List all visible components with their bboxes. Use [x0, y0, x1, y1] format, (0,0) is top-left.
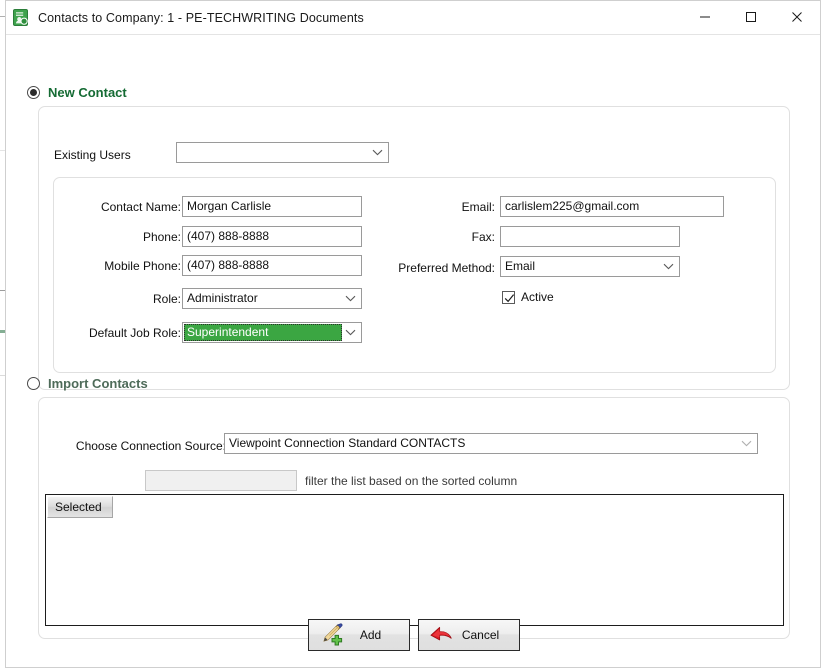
cancel-button-label: Cancel	[461, 628, 500, 642]
active-checkbox-label: Active	[521, 290, 554, 304]
red-arrow-icon	[426, 622, 456, 648]
preferred-method-combo[interactable]: Email	[500, 256, 680, 277]
title-bar: Contacts to Company: 1 - PE-TECHWRITING …	[6, 1, 820, 35]
radio-new-contact-indicator[interactable]	[27, 86, 40, 99]
radio-import-contacts[interactable]: Import Contacts	[27, 376, 148, 391]
existing-users-value	[181, 143, 368, 162]
default-job-role-combo[interactable]: Superintendent	[182, 322, 362, 343]
radio-new-contact[interactable]: New Contact	[27, 85, 127, 100]
phone-label: Phone:	[142, 230, 181, 244]
chevron-down-icon	[663, 257, 674, 276]
radio-new-contact-label: New Contact	[48, 85, 127, 100]
active-checkbox-row[interactable]: Active	[502, 290, 554, 304]
role-combo[interactable]: Administrator	[182, 288, 362, 309]
filter-hint: filter the list based on the sorted colu…	[305, 474, 518, 488]
mobile-phone-input[interactable]: (407) 888-8888	[182, 255, 362, 276]
radio-import-contacts-label: Import Contacts	[48, 376, 148, 391]
pen-plus-icon	[316, 622, 346, 648]
role-label: Role:	[152, 292, 181, 306]
chevron-down-icon	[741, 434, 752, 453]
role-value: Administrator	[187, 291, 258, 305]
contacts-document-icon	[12, 9, 29, 26]
preferred-method-value: Email	[505, 259, 536, 273]
existing-users-combo[interactable]	[176, 142, 389, 163]
active-checkbox[interactable]	[502, 290, 515, 304]
dialog-content: New Contact Existing Users Contact Name:…	[6, 35, 820, 669]
contacts-grid[interactable]: Selected	[45, 494, 784, 626]
fax-label: Fax:	[471, 230, 495, 244]
connection-source-value: Viewpoint Connection Standard CONTACTS	[229, 436, 466, 450]
fax-input[interactable]	[500, 226, 680, 247]
mobile-phone-label: Mobile Phone:	[104, 259, 181, 273]
window-title: Contacts to Company: 1 - PE-TECHWRITING …	[38, 10, 364, 25]
connection-source-label: Choose Connection Source:	[75, 439, 226, 453]
radio-import-contacts-indicator[interactable]	[27, 377, 40, 390]
add-button[interactable]: Add	[308, 619, 410, 651]
email-label: Email:	[461, 200, 495, 214]
contacts-grid-header: Selected	[47, 496, 113, 518]
cancel-button[interactable]: Cancel	[418, 619, 520, 651]
phone-input[interactable]: (407) 888-8888	[182, 226, 362, 247]
contact-name-label: Contact Name:	[100, 200, 181, 214]
existing-users-label: Existing Users	[54, 148, 131, 162]
add-button-label: Add	[359, 628, 382, 642]
grid-column-selected[interactable]: Selected	[47, 496, 113, 518]
maximize-button[interactable]	[728, 1, 774, 33]
email-input[interactable]: carlislem225@gmail.com	[500, 196, 724, 217]
filter-input[interactable]	[145, 470, 297, 491]
default-job-role-label: Default Job Role:	[88, 326, 181, 340]
chevron-down-icon	[345, 289, 356, 308]
contact-name-input[interactable]: Morgan Carlisle	[182, 196, 362, 217]
connection-source-combo[interactable]: Viewpoint Connection Standard CONTACTS	[224, 433, 758, 454]
chevron-down-icon	[345, 323, 356, 342]
preferred-method-label: Preferred Method:	[398, 261, 495, 275]
chevron-down-icon	[372, 143, 383, 162]
dialog-window: Contacts to Company: 1 - PE-TECHWRITING …	[5, 0, 821, 668]
window-controls	[682, 1, 820, 33]
minimize-button[interactable]	[682, 1, 728, 33]
close-button[interactable]	[774, 1, 820, 33]
default-job-role-value: Superintendent	[184, 324, 342, 341]
